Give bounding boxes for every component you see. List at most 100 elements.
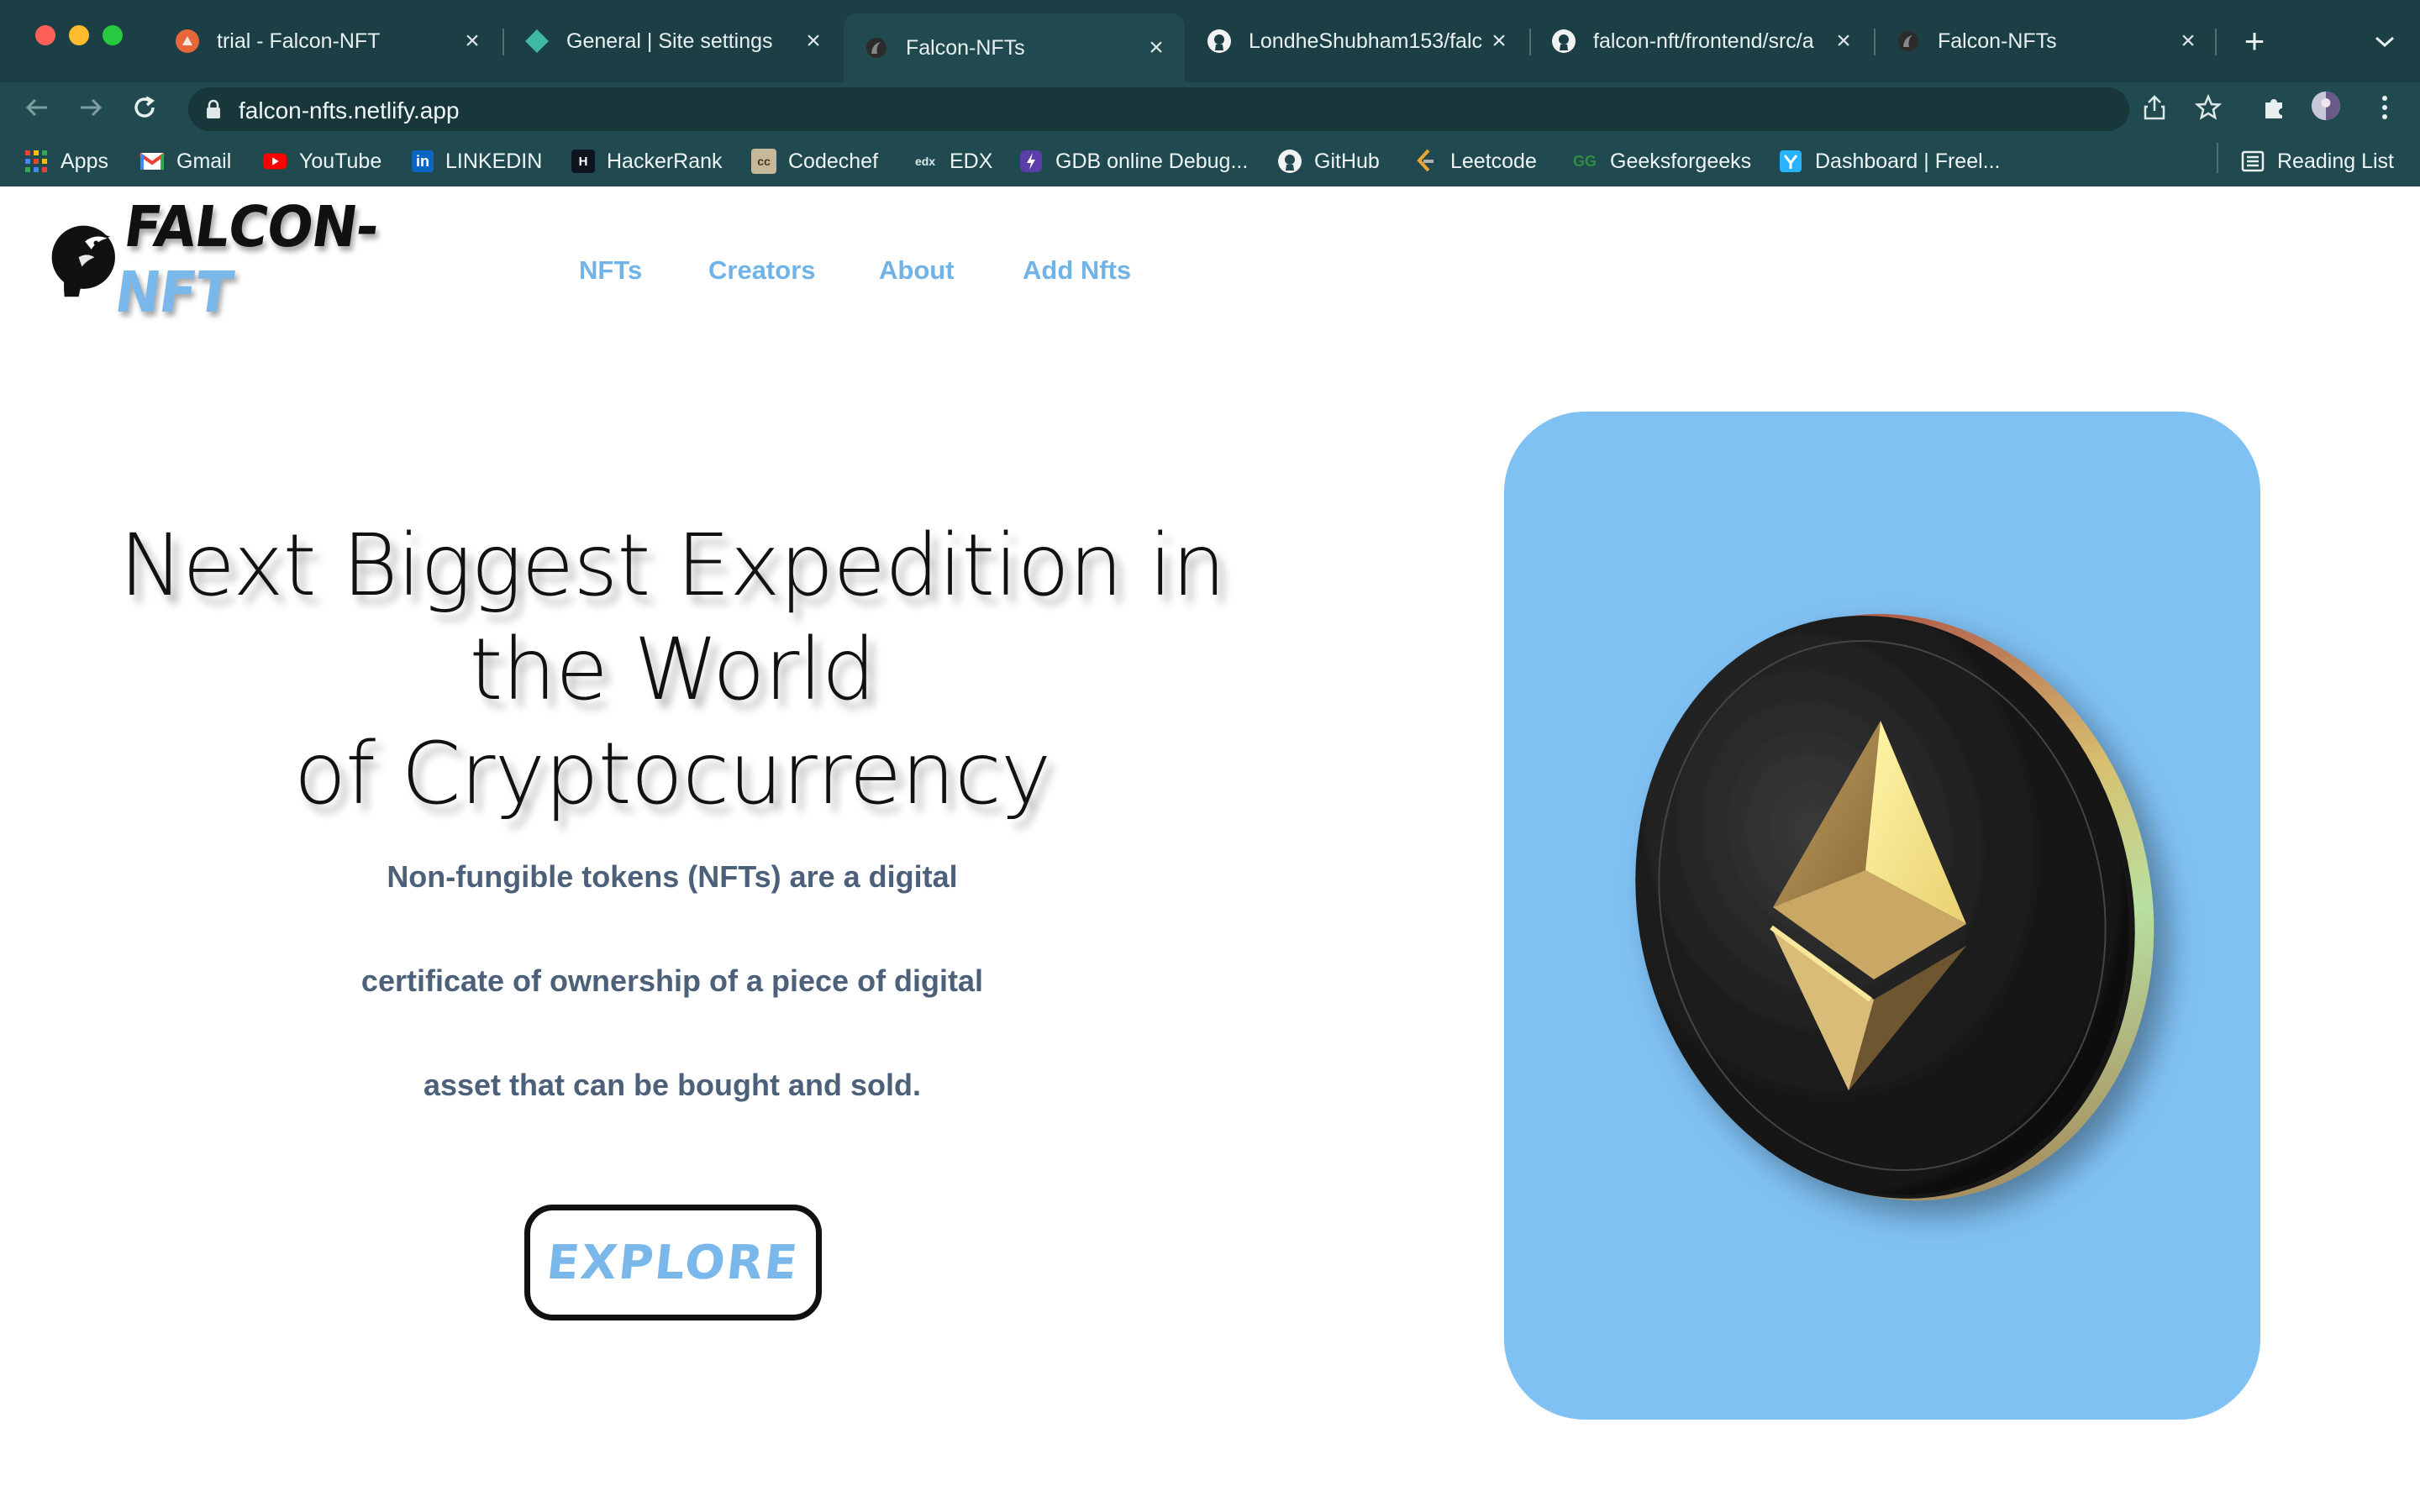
bookmark-freelancer[interactable]: Dashboard | Freel... — [1778, 144, 2000, 178]
edx-icon: edx — [914, 155, 936, 168]
gdb-icon — [1018, 149, 1044, 174]
tab-title: falcon-nft/frontend/src/a — [1593, 29, 1814, 53]
bookmark-hackerrank[interactable]: H HackerRank — [571, 144, 723, 178]
bookmark-apps[interactable]: Apps — [24, 144, 108, 178]
freelancer-icon — [1778, 149, 1803, 174]
codechef-icon: cc — [751, 149, 776, 174]
bookmark-label: Apps — [60, 149, 108, 173]
apps-grid-icon — [24, 149, 49, 174]
github-icon — [1277, 149, 1302, 174]
linkedin-icon: in — [412, 150, 434, 172]
address-bar[interactable]: falcon-nfts.netlify.app — [188, 87, 2129, 131]
bookmark-leetcode[interactable]: Leetcode — [1413, 144, 1537, 178]
hero-description-line: asset that can be bought and sold. — [423, 1068, 922, 1102]
youtube-icon — [262, 149, 287, 174]
browser-toolbar: falcon-nfts.netlify.app — [0, 82, 2420, 136]
reading-list-icon — [2240, 149, 2265, 174]
hero-title-line: Next Biggest Expedition in — [118, 516, 1226, 616]
nav-about[interactable]: About — [879, 255, 955, 286]
tab-title: General | Site settings — [566, 29, 773, 53]
close-tab-icon[interactable]: × — [1827, 24, 1860, 58]
maximize-window-button[interactable] — [103, 25, 123, 45]
nav-add-nfts[interactable]: Add Nfts — [1023, 255, 1131, 286]
browser-chrome: trial - Falcon-NFT × General | Site sett… — [0, 0, 2420, 186]
share-icon[interactable] — [2139, 92, 2170, 123]
falcon-logo-icon — [51, 225, 115, 297]
logo-text-falcon: FALCON- — [119, 195, 382, 260]
minimize-window-button[interactable] — [69, 25, 89, 45]
tab-search-chevron-icon[interactable] — [2370, 25, 2400, 59]
bookmark-label: LINKEDIN — [445, 149, 543, 173]
bookmark-label: YouTube — [299, 149, 382, 173]
bookmark-label: GitHub — [1314, 149, 1380, 173]
bookmark-label: EDX — [950, 149, 993, 173]
tab-github-source[interactable]: falcon-nft/frontend/src/a × — [1531, 13, 1872, 69]
extensions-puzzle-icon[interactable] — [2259, 92, 2289, 123]
falcon-favicon-icon — [1896, 29, 1921, 54]
bookmark-label: GDB online Debug... — [1055, 149, 1249, 173]
bookmarks-separator — [2217, 143, 2218, 173]
falcon-nft-page: FALCON-NFT NFTs Creators About Add Nfts … — [0, 186, 2420, 1512]
gfg-icon: GG — [1572, 152, 1597, 170]
bookmark-codechef[interactable]: cc Codechef — [751, 144, 878, 178]
tab-title: Falcon-NFTs — [906, 35, 1025, 60]
close-tab-icon[interactable]: × — [797, 24, 830, 58]
close-tab-icon[interactable]: × — [455, 24, 489, 58]
gmail-icon — [139, 149, 165, 174]
reading-list-label: Reading List — [2277, 149, 2394, 173]
nav-nfts[interactable]: NFTs — [579, 255, 642, 286]
more-menu-icon[interactable] — [2370, 92, 2400, 123]
bookmark-label: Codechef — [788, 149, 879, 173]
forward-arrow-icon[interactable] — [67, 84, 114, 131]
tab-strip: trial - Falcon-NFT × General | Site sett… — [0, 0, 2420, 82]
netlify-diamond-icon — [524, 29, 550, 54]
close-tab-icon[interactable]: × — [1482, 24, 1516, 58]
close-tab-icon[interactable]: × — [1139, 31, 1173, 65]
site-logo[interactable]: FALCON-NFT — [47, 195, 467, 326]
leetcode-icon — [1413, 149, 1439, 174]
explore-button-label: EXPLORE — [544, 1235, 802, 1290]
tab-falcon-nfts[interactable]: Falcon-NFTs × — [1876, 13, 2217, 69]
bookmark-youtube[interactable]: YouTube — [262, 144, 381, 178]
back-arrow-icon[interactable] — [13, 84, 60, 131]
github-icon — [1551, 29, 1576, 54]
bookmark-geeksforgeeks[interactable]: GG Geeksforgeeks — [1571, 144, 1751, 178]
tab-title: trial - Falcon-NFT — [217, 29, 381, 53]
falcon-favicon-icon — [864, 35, 889, 60]
hero-title: Next Biggest Expedition in the World of … — [84, 514, 1260, 827]
hero-description-line: Non-fungible tokens (NFTs) are a digital — [387, 859, 958, 894]
bookmark-label: Leetcode — [1450, 149, 1537, 173]
nav-creators[interactable]: Creators — [708, 255, 816, 286]
profile-avatar[interactable] — [2311, 91, 2341, 121]
lock-icon[interactable] — [205, 99, 222, 123]
bookmark-gdb[interactable]: GDB online Debug... — [1018, 144, 1248, 178]
bookmark-edx[interactable]: edx EDX — [913, 144, 992, 178]
tab-site-settings[interactable]: General | Site settings × — [504, 13, 842, 69]
tab-trial-falcon-nft[interactable]: trial - Falcon-NFT × — [155, 13, 501, 69]
ethereum-coin-image — [1635, 613, 2154, 1201]
tab-separator — [2215, 29, 2217, 55]
hero-description: Non-fungible tokens (NFTs) are a digital… — [168, 825, 1176, 1137]
bookmark-gmail[interactable]: Gmail — [139, 144, 231, 178]
close-tab-icon[interactable]: × — [2171, 24, 2205, 58]
tab-github-repo[interactable]: LondheShubham153/falc × — [1186, 13, 1528, 69]
close-window-button[interactable] — [35, 25, 55, 45]
bookmark-github[interactable]: GitHub — [1277, 144, 1380, 178]
tab-title: Falcon-NFTs — [1938, 29, 2057, 53]
hero-image-card — [1504, 412, 2260, 1420]
reading-list-button[interactable]: Reading List — [2240, 144, 2394, 178]
tab-falcon-nfts-active[interactable]: Falcon-NFTs × — [844, 13, 1185, 82]
hero-title-line: the World — [469, 620, 876, 720]
explore-button[interactable]: EXPLORE — [524, 1205, 822, 1320]
github-icon — [1207, 29, 1232, 54]
bookmark-label: Geeksforgeeks — [1610, 149, 1752, 173]
bookmark-star-icon[interactable] — [2193, 92, 2223, 123]
reload-icon[interactable] — [121, 84, 168, 131]
bookmark-linkedin[interactable]: in LINKEDIN — [412, 144, 542, 178]
bookmark-label: HackerRank — [607, 149, 723, 173]
hero-description-line: certificate of ownership of a piece of d… — [360, 963, 984, 998]
hero-title-line: of Cryptocurrency — [293, 724, 1052, 824]
new-tab-button[interactable]: + — [2235, 21, 2274, 60]
logo-wordmark: FALCON-NFT — [111, 195, 476, 325]
netlify-favicon-icon — [175, 29, 200, 54]
